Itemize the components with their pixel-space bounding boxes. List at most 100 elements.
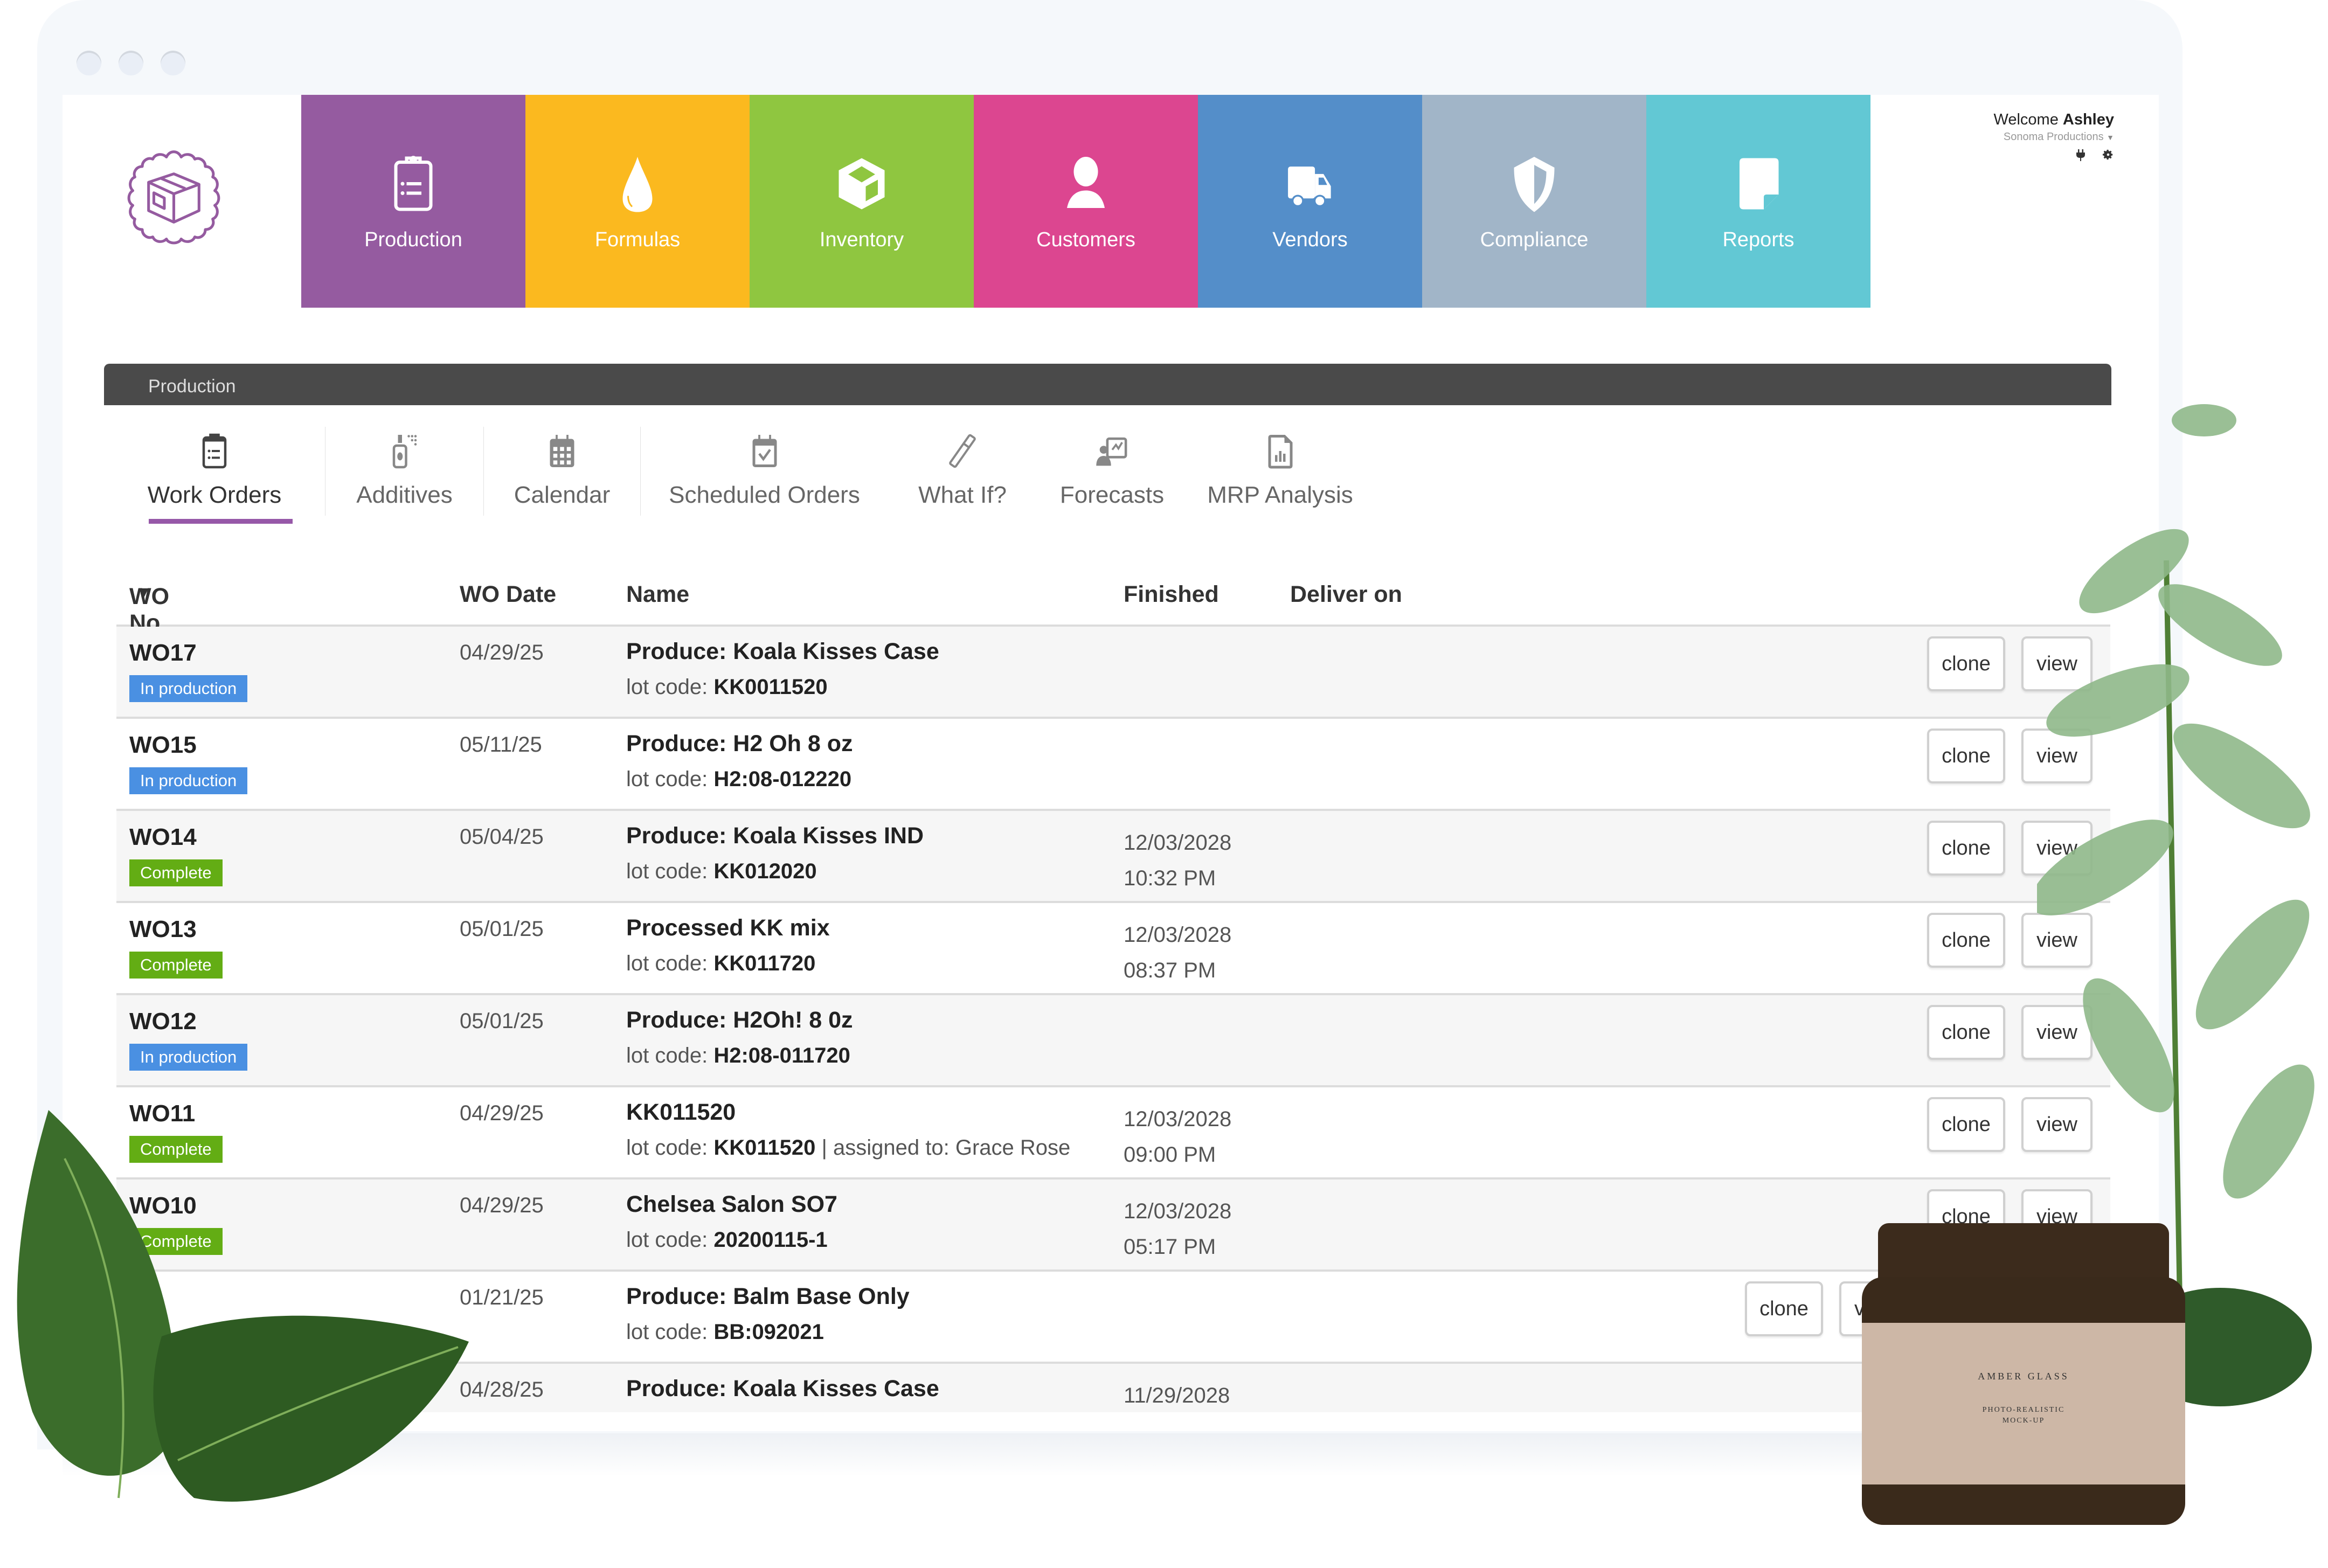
shield-icon <box>1514 157 1555 212</box>
table-row[interactable]: WO12 In production 05/01/25 Produce: H2Oh! … <box>116 995 2110 1087</box>
wo-date: 04/29/25 <box>460 641 544 664</box>
clone-button[interactable]: clone <box>1927 821 2005 876</box>
tab-label: Work Orders <box>147 482 282 508</box>
note-icon <box>1740 158 1779 210</box>
gear-icon[interactable] <box>2102 149 2114 165</box>
company-selector[interactable]: Sonoma Productions ▼ <box>1993 131 2114 143</box>
clone-button[interactable]: clone <box>1927 913 2005 968</box>
tile-formulas[interactable]: Formulas <box>525 95 750 308</box>
amber-jar-decoration: AMBER GLASS PHOTO-REALISTIC MOCK-UP <box>1862 1223 2185 1525</box>
tile-compliance[interactable]: Compliance <box>1422 95 1646 308</box>
sort-desc-icon: ▼ <box>136 584 152 601</box>
finished-datetime: 12/03/2028 08:37 PM <box>1124 923 1232 982</box>
wo-date: 05/01/25 <box>460 917 544 941</box>
tile-label: Formulas <box>594 228 681 251</box>
tab-calendar[interactable]: Calendar <box>484 420 640 533</box>
clone-button[interactable]: clone <box>1927 1005 2005 1060</box>
tile-vendors[interactable]: Vendors <box>1198 95 1422 308</box>
tab-label: Forecasts <box>1059 482 1165 508</box>
wo-name: Produce: Koala Kisses IND <box>626 823 924 849</box>
presentation-chart-icon <box>1096 437 1127 466</box>
active-tab-indicator <box>149 519 293 524</box>
clipboard-icon <box>202 433 227 469</box>
clone-button[interactable]: clone <box>1927 636 2005 691</box>
wo-number[interactable]: WO15 <box>129 732 197 759</box>
clone-button[interactable]: clone <box>1927 1097 2005 1152</box>
leaf-decoration <box>17 1110 469 1502</box>
tile-customers[interactable]: Customers <box>974 95 1198 308</box>
col-deliver-on[interactable]: Deliver on <box>1290 581 1402 608</box>
table-row[interactable]: WO14 Complete 05/04/25 Produce: Koala Kisse… <box>116 811 2110 903</box>
tile-label: Customers <box>1036 228 1135 251</box>
table-row[interactable]: WO17 In production 04/29/25 Produce: Koala … <box>116 627 2110 719</box>
wo-name: Produce: H2Oh! 8 0z <box>626 1007 853 1033</box>
tab-label: Additives <box>356 482 453 508</box>
wo-number[interactable]: WO13 <box>129 916 197 943</box>
section-title: Production <box>148 376 236 397</box>
box-badge-icon[interactable] <box>121 145 226 251</box>
wo-date: 05/01/25 <box>460 1009 544 1033</box>
assignee: | assigned to: Grace Rose <box>815 1136 1071 1160</box>
droplet-icon <box>622 157 653 212</box>
jar-label-text: AMBER GLASS <box>1978 1371 2069 1382</box>
plug-icon[interactable] <box>2075 149 2086 165</box>
caret-down-icon: ▼ <box>2107 133 2114 142</box>
window-dot-maximize[interactable] <box>161 51 185 75</box>
calendar-grid-icon <box>550 435 574 467</box>
table-row[interactable]: WO15 In production 05/11/25 Produce: H2 Oh … <box>116 719 2110 811</box>
status-badge: In production <box>129 675 248 702</box>
finished-datetime: 12/03/2028 10:32 PM <box>1124 831 1232 890</box>
lot-code-value: BB:092021 <box>713 1320 824 1344</box>
wo-number[interactable]: WO14 <box>129 824 197 851</box>
tile-label: Vendors <box>1272 228 1348 251</box>
lot-code: lot code: KK011520 | assigned to: Grace … <box>626 1136 1071 1160</box>
table-row[interactable]: WO13 Complete 05/01/25 Processed KK mix lot … <box>116 903 2110 995</box>
wo-name: Produce: Koala Kisses Case <box>626 1376 939 1402</box>
wo-number[interactable]: WO17 <box>129 640 197 667</box>
production-subtabs: Work Orders Additives Calendar Scheduled… <box>104 420 1373 533</box>
pencil-icon <box>949 434 976 468</box>
col-wo-date[interactable]: WO Date <box>460 581 556 608</box>
status-badge: In production <box>129 767 248 794</box>
tab-additives[interactable]: Additives <box>325 420 483 533</box>
lot-code-value: H2:08-012220 <box>713 767 852 791</box>
tab-scheduled-orders[interactable]: Scheduled Orders <box>641 420 888 533</box>
tab-forecasts[interactable]: Forecasts <box>1037 420 1187 533</box>
tab-mrp-analysis[interactable]: MRP Analysis <box>1187 420 1373 533</box>
user-menu: Welcome Ashley Sonoma Productions ▼ <box>1993 111 2114 165</box>
lot-code-value: KK011720 <box>713 952 816 975</box>
status-badge: Complete <box>129 952 223 979</box>
tile-label: Compliance <box>1480 228 1589 251</box>
clone-button[interactable]: clone <box>1745 1281 1823 1336</box>
status-badge: In production <box>129 1044 248 1071</box>
lot-code-value: KK0011520 <box>713 675 828 699</box>
truck-icon <box>1288 166 1331 207</box>
wo-date: 05/04/25 <box>460 825 544 849</box>
tab-work-orders[interactable]: Work Orders <box>104 420 325 533</box>
lot-code-value: 20200115-1 <box>713 1228 828 1252</box>
tile-reports[interactable]: Reports <box>1646 95 1870 308</box>
tab-what-if[interactable]: What If? <box>888 420 1037 533</box>
tile-label: Inventory <box>819 228 904 251</box>
tile-label: Production <box>364 228 462 251</box>
lot-code: lot code: BB:092021 <box>626 1320 824 1344</box>
window-dot-minimize[interactable] <box>119 51 143 75</box>
tile-production[interactable]: Production <box>301 95 525 308</box>
window-dot-close[interactable] <box>77 51 101 75</box>
tile-inventory[interactable]: Inventory <box>750 95 974 308</box>
tab-label: What If? <box>918 482 1007 508</box>
col-finished[interactable]: Finished <box>1124 581 1219 608</box>
col-name[interactable]: Name <box>626 581 689 608</box>
tab-label: Scheduled Orders <box>669 482 860 508</box>
status-badge: Complete <box>129 859 223 886</box>
spray-bottle-icon <box>392 435 417 469</box>
lot-code-value: H2:08-011720 <box>713 1044 850 1067</box>
main-nav-tiles: Production Formulas Inventory Customers … <box>301 95 1870 308</box>
tab-label: MRP Analysis <box>1207 482 1353 508</box>
jar-label-text: MOCK-UP <box>2003 1417 2045 1425</box>
lot-code: lot code: H2:08-011720 <box>626 1044 850 1067</box>
clone-button[interactable]: clone <box>1927 729 2005 783</box>
finished-datetime: 12/03/2028 05:17 PM <box>1124 1199 1232 1259</box>
wo-number[interactable]: WO12 <box>129 1008 197 1035</box>
wo-name: Produce: Koala Kisses Case <box>626 639 939 664</box>
